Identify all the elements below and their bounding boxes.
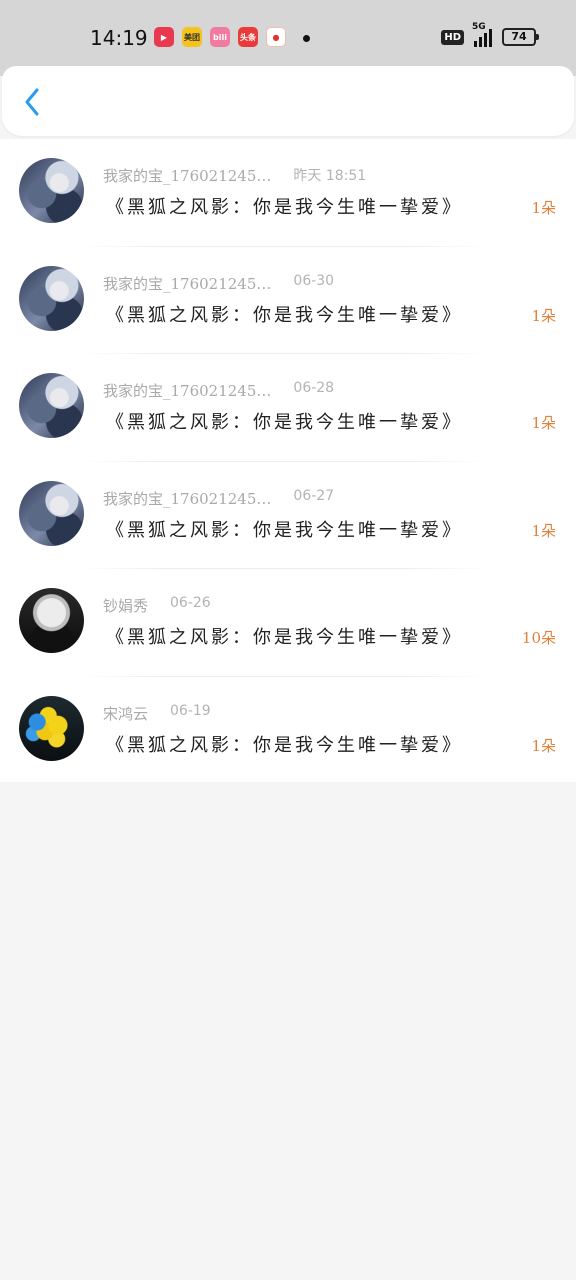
signal-icon: 5G bbox=[472, 22, 492, 47]
notification-app-icons: ▶ 美团 bili 头条 ● bbox=[154, 27, 286, 47]
flower-count: 1朵 bbox=[531, 521, 556, 540]
record-date: 06-26 bbox=[170, 595, 211, 611]
user-name: 我家的宝_176021245… bbox=[103, 167, 272, 185]
network-type: 5G bbox=[472, 22, 486, 32]
status-bar: 14:19 ▶ 美团 bili 头条 ● HD 5G 74 bbox=[0, 0, 576, 76]
record-date: 06-28 bbox=[293, 380, 335, 396]
flower-count: 1朵 bbox=[531, 306, 556, 325]
avatar[interactable] bbox=[19, 695, 84, 761]
bilibili-app-icon: bili bbox=[210, 27, 230, 47]
status-indicators: HD 5G 74 bbox=[441, 22, 539, 47]
flower-count: 10朵 bbox=[521, 629, 556, 647]
record-date: 昨天 18:51 bbox=[293, 168, 367, 184]
record-date: 06-30 bbox=[293, 272, 335, 289]
list-item[interactable]: 宋鸿云 06-19 《黑狐之风影：你是我今生唯一挚爱》 1朵 bbox=[0, 677, 576, 785]
list-item[interactable]: 钞娟秀 06-26 《黑狐之风影：你是我今生唯一挚爱》 10朵 bbox=[0, 569, 576, 677]
user-name: 宋鸿云 bbox=[103, 704, 149, 723]
book-title: 《黑狐之风影：你是我今生唯一挚爱》 bbox=[106, 627, 463, 648]
list-item[interactable]: 我家的宝_176021245… 06-27 《黑狐之风影：你是我今生唯一挚爱》 … bbox=[0, 462, 576, 569]
user-name: 我家的宝_176021245… bbox=[103, 274, 272, 293]
list-item[interactable]: 我家的宝_176021245… 昨天 18:51 《黑狐之风影：你是我今生唯一挚… bbox=[0, 139, 576, 247]
video-app-icon: ▶ bbox=[154, 27, 174, 47]
flower-count: 1朵 bbox=[531, 199, 556, 217]
avatar[interactable] bbox=[19, 158, 84, 223]
record-date: 06-27 bbox=[293, 487, 335, 504]
flower-count: 1朵 bbox=[531, 736, 556, 755]
weibo-app-icon: ● bbox=[266, 27, 286, 47]
book-title: 《黑狐之风影：你是我今生唯一挚爱》 bbox=[106, 304, 463, 326]
meituan-app-icon: 美团 bbox=[182, 27, 202, 47]
gift-record-list: 我家的宝_176021245… 昨天 18:51 《黑狐之风影：你是我今生唯一挚… bbox=[0, 139, 576, 782]
avatar[interactable] bbox=[19, 373, 84, 438]
list-item[interactable]: 我家的宝_176021245… 06-28 《黑狐之风影：你是我今生唯一挚爱》 … bbox=[0, 354, 576, 462]
chevron-left-icon bbox=[25, 88, 39, 116]
user-name: 钞娟秀 bbox=[103, 597, 149, 615]
book-title: 《黑狐之风影：你是我今生唯一挚爱》 bbox=[106, 412, 463, 433]
book-title: 《黑狐之风影：你是我今生唯一挚爱》 bbox=[106, 734, 463, 756]
notification-dot-icon bbox=[303, 35, 310, 42]
avatar[interactable] bbox=[19, 265, 84, 331]
avatar[interactable] bbox=[19, 588, 84, 653]
back-button[interactable] bbox=[16, 86, 48, 118]
list-item[interactable]: 我家的宝_176021245… 06-30 《黑狐之风影：你是我今生唯一挚爱》 … bbox=[0, 247, 576, 354]
nav-bar bbox=[2, 66, 574, 136]
avatar[interactable] bbox=[19, 480, 84, 546]
user-name: 我家的宝_176021245… bbox=[103, 382, 272, 400]
flower-count: 1朵 bbox=[531, 414, 556, 432]
user-name: 我家的宝_176021245… bbox=[103, 489, 272, 508]
book-title: 《黑狐之风影：你是我今生唯一挚爱》 bbox=[106, 519, 463, 541]
hd-badge: HD bbox=[441, 29, 464, 45]
battery-icon: 74 bbox=[502, 28, 539, 46]
book-title: 《黑狐之风影：你是我今生唯一挚爱》 bbox=[106, 197, 463, 218]
toutiao-app-icon: 头条 bbox=[238, 27, 258, 47]
status-time: 14:19 bbox=[90, 26, 148, 50]
record-date: 06-19 bbox=[170, 702, 211, 719]
